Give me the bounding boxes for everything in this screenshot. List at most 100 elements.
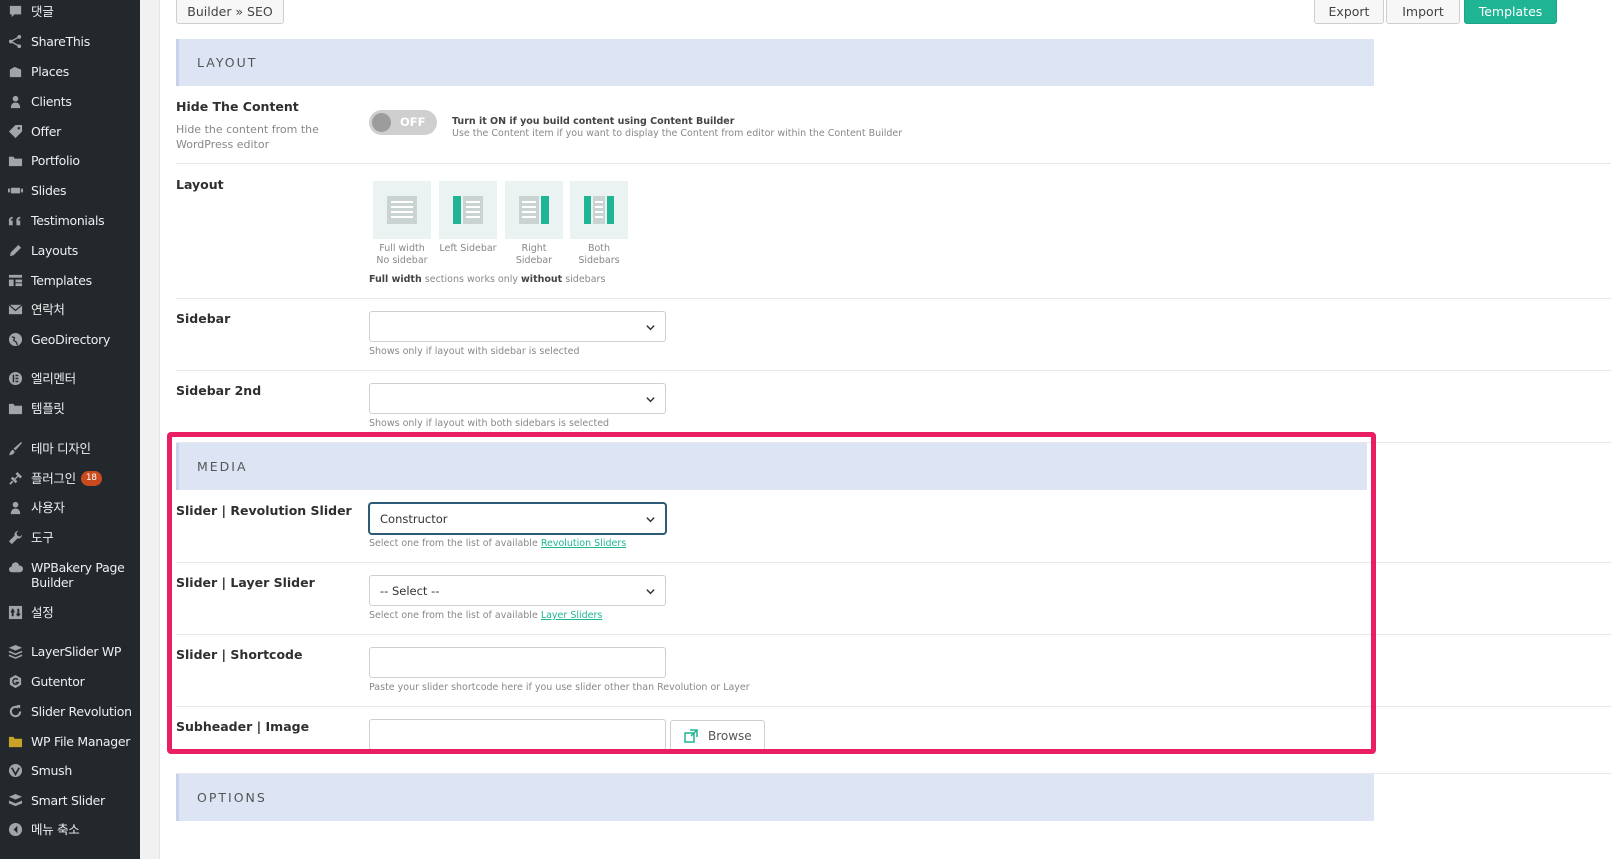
layout-note-bold: without — [521, 274, 563, 285]
templates-button[interactable]: Templates — [1464, 0, 1557, 24]
sidebar-item-label: Templates — [31, 273, 92, 288]
sidebar-item-label: 테마 디자인 — [31, 441, 91, 456]
sidebar-item-wpbakery[interactable]: WPBakery Page Builder — [0, 560, 134, 590]
hide-content-toggle[interactable]: OFF — [369, 110, 437, 135]
sidebar-item-portfolio[interactable]: Portfolio — [0, 153, 140, 168]
sidebar-item-label: 메뉴 축소 — [31, 822, 80, 837]
sidebar-item-label: 연락처 — [31, 302, 65, 317]
sidebar-item-settings[interactable]: 설정 — [0, 605, 140, 620]
sidebar-item-layouts[interactable]: Layouts — [0, 243, 140, 258]
plugin-icon — [7, 471, 24, 486]
sidebar-item-testimonials[interactable]: Testimonials — [0, 213, 140, 228]
hide-content-help-text: Use the Content item if you want to disp… — [452, 128, 903, 139]
sidebar-item-slides[interactable]: Slides — [0, 183, 140, 198]
sidebar-item-label: Testimonials — [31, 213, 105, 228]
sidebar-item-label: 사용자 — [31, 500, 65, 515]
file-folder-icon — [7, 734, 24, 749]
row-divider — [176, 163, 1611, 164]
sidebar-item-users[interactable]: 사용자 — [0, 500, 140, 515]
slides-icon — [7, 183, 24, 198]
quote-icon — [7, 213, 24, 228]
layout-option-right-sidebar[interactable]: Right Sidebar — [505, 181, 563, 267]
sidebar-item-clients[interactable]: Clients — [0, 94, 140, 109]
sidebar-item-template-kr[interactable]: 템플릿 — [0, 401, 140, 416]
sidebar-item-label: 템플릿 — [31, 401, 65, 416]
sidebar-item-label: 플러그인 — [31, 471, 76, 486]
section-header-layout: LAYOUT — [176, 39, 1374, 86]
sidebar-item-label: WPBakery Page Builder — [31, 560, 125, 590]
sidebar-label: Sidebar — [176, 311, 231, 326]
layout-option-full-width[interactable]: Full width No sidebar — [373, 181, 431, 267]
sidebar-item-offer[interactable]: Offer — [0, 124, 140, 139]
sidebar-item-comments[interactable]: 댓글 — [0, 4, 140, 19]
export-button[interactable]: Export — [1314, 0, 1384, 24]
layout-option-both-sidebars[interactable]: Both Sidebars — [570, 181, 628, 267]
sidebar-item-label: Portfolio — [31, 153, 80, 168]
sidebar2-help: Shows only if layout with both sidebars … — [369, 418, 610, 429]
pencil-icon — [7, 243, 24, 258]
portfolio-icon — [7, 153, 24, 168]
sidebar-item-label: Offer — [31, 124, 61, 139]
sidebar-item-slider-revolution[interactable]: Slider Revolution — [0, 704, 140, 719]
sidebar-item-file-manager[interactable]: WP File Manager — [0, 734, 140, 749]
layers-icon — [7, 644, 24, 659]
sidebar-item-sharethis[interactable]: ShareThis — [0, 34, 140, 49]
sidebar2-select[interactable] — [369, 383, 666, 414]
sidebar-item-label: Smart Slider — [31, 793, 105, 808]
folder-icon — [7, 401, 24, 416]
sidebar-item-elementor[interactable]: 엘리멘터 — [0, 371, 140, 386]
layout-note-text: sidebars — [562, 274, 606, 285]
layout-option-left-sidebar[interactable]: Left Sidebar — [439, 181, 497, 255]
toggle-state-label: OFF — [400, 115, 426, 129]
sidebar-item-label: 댓글 — [31, 4, 54, 19]
sidebar-item-label: 도구 — [31, 530, 54, 545]
globe-icon — [7, 332, 24, 347]
media-section-highlight — [167, 432, 1376, 754]
layout-option-caption: No sidebar — [376, 255, 428, 266]
sidebar-item-templates[interactable]: Templates — [0, 273, 140, 288]
sidebar-item-smush[interactable]: Smush — [0, 763, 140, 778]
sidebar-item-appearance[interactable]: 테마 디자인 — [0, 441, 140, 456]
layout-option-caption: Sidebar — [515, 255, 553, 266]
import-button[interactable]: Import — [1386, 0, 1460, 24]
both-sidebars-layout-icon — [570, 181, 628, 239]
full-width-layout-icon — [373, 181, 431, 239]
user-icon — [7, 500, 24, 515]
sidebar-item-gutentor[interactable]: Gutentor — [0, 674, 140, 689]
gutentor-icon — [7, 674, 24, 689]
sidebar-item-contacts[interactable]: 연락처 — [0, 302, 140, 317]
layout-note-text: sections works only — [421, 274, 522, 285]
collapse-icon — [7, 822, 24, 837]
sidebar-item-label: ShareThis — [31, 34, 90, 49]
sidebar-item-label: LayerSlider WP — [31, 644, 122, 659]
admin-sidebar: 댓글 ShareThis Places Clients Offer Portfo… — [0, 0, 140, 859]
sidebar-item-collapse[interactable]: 메뉴 축소 — [0, 822, 140, 837]
layout-note-bold: Full width — [369, 274, 422, 285]
places-icon — [7, 64, 24, 79]
sidebar-item-tools[interactable]: 도구 — [0, 530, 140, 545]
layout-option-caption: Sidebars — [578, 255, 620, 266]
sidebar-item-layerslider[interactable]: LayerSlider WP — [0, 644, 140, 659]
sidebar-item-smart-slider[interactable]: Smart Slider — [0, 793, 140, 808]
breadcrumb-button[interactable]: Builder » SEO — [176, 0, 284, 24]
wrench-icon — [7, 530, 24, 545]
sidebar-help: Shows only if layout with sidebar is sel… — [369, 346, 580, 357]
builder-panel: Builder » SEO Export Import Templates LA… — [159, 0, 1611, 859]
sidebar-item-label: 엘리멘터 — [31, 371, 76, 386]
sidebar-item-places[interactable]: Places — [0, 64, 140, 79]
chevron-down-icon — [646, 325, 655, 331]
layout-label: Layout — [176, 177, 224, 192]
refresh-icon — [7, 704, 24, 719]
sidebar-item-geodirectory[interactable]: GeoDirectory — [0, 332, 140, 347]
sidebar-item-label: Layouts — [31, 243, 78, 258]
sidebar-item-plugins[interactable]: 플러그인 18 — [0, 471, 140, 486]
mail-icon — [7, 302, 24, 317]
layout-note: Full width sections works only without s… — [369, 274, 605, 285]
comment-icon — [7, 4, 24, 19]
hide-content-description: Hide the content from the WordPress edit… — [176, 123, 319, 151]
settings-icon — [7, 605, 24, 620]
sidebar-item-label: Places — [31, 64, 69, 79]
row-divider — [176, 298, 1611, 299]
stack-icon — [7, 793, 24, 808]
sidebar-select[interactable] — [369, 311, 666, 342]
